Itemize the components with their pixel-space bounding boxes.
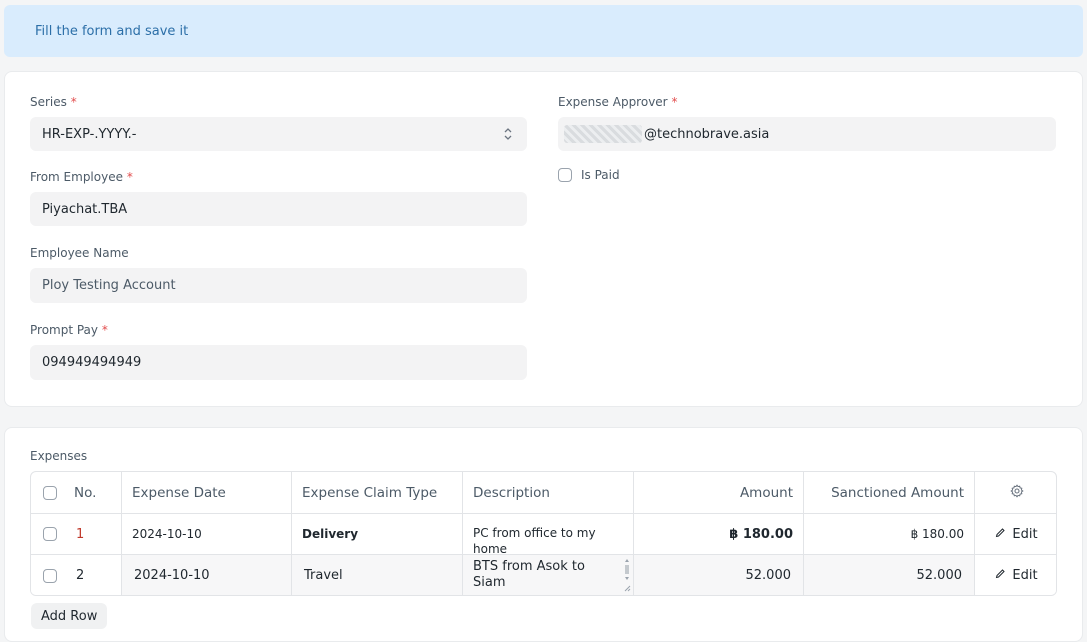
form-alert: Fill the form and save it	[4, 5, 1083, 57]
cell-amount[interactable]: 52.000	[634, 555, 804, 595]
select-all-checkbox[interactable]	[43, 485, 57, 500]
expense-form-card: Series * HR-EXP-.YYYY.- From Employee * …	[4, 71, 1083, 407]
cell-sanctioned-amount[interactable]: ฿ 180.00	[804, 514, 975, 554]
row-edit-button[interactable]: Edit	[975, 514, 1056, 554]
prompt-pay-label: Prompt Pay *	[30, 323, 108, 337]
column-header-expense-date: Expense Date	[122, 472, 292, 513]
gear-icon[interactable]	[1009, 483, 1024, 502]
pencil-icon	[995, 568, 1006, 583]
column-header-description: Description	[463, 472, 634, 513]
column-settings[interactable]	[975, 472, 1056, 513]
redacted-name	[564, 125, 642, 143]
cell-claim-type[interactable]: Travel	[292, 555, 463, 595]
pencil-icon	[995, 527, 1006, 542]
from-employee-label: From Employee *	[30, 170, 133, 184]
cell-expense-date[interactable]: 2024-10-10	[122, 555, 292, 595]
employee-name-label: Employee Name	[30, 246, 129, 260]
cell-claim-type[interactable]: Delivery	[292, 514, 463, 554]
is-paid-checkbox[interactable]	[558, 168, 572, 182]
cell-description[interactable]: PC from office to my home	[463, 514, 634, 554]
series-select[interactable]: HR-EXP-.YYYY.-	[30, 117, 527, 151]
series-label: Series *	[30, 95, 77, 109]
expenses-label: Expenses	[30, 449, 88, 463]
cell-sanctioned-amount[interactable]: 52.000	[804, 555, 975, 595]
alert-message: Fill the form and save it	[35, 23, 189, 39]
cell-expense-date[interactable]: 2024-10-10	[122, 514, 292, 554]
row-checkbox[interactable]	[43, 527, 57, 541]
expense-approver-label: Expense Approver *	[558, 95, 678, 109]
table-row[interactable]: 1 2024-10-10 Delivery PC from office to …	[31, 513, 1056, 554]
column-header-sanctioned-amount: Sanctioned Amount	[804, 472, 975, 513]
from-employee-field[interactable]: Piyachat.TBA	[30, 192, 527, 226]
row-edit-button[interactable]: Edit	[975, 555, 1056, 595]
expenses-table: No. Expense Date Expense Claim Type Desc…	[30, 471, 1057, 596]
prompt-pay-field[interactable]: 094949494949	[30, 345, 527, 380]
cell-amount[interactable]: ฿ 180.00	[634, 514, 804, 554]
expenses-card: Expenses No. Expense Date Expense Claim …	[4, 427, 1083, 642]
table-header: No. Expense Date Expense Claim Type Desc…	[31, 472, 1056, 513]
row-number: 2	[76, 568, 85, 583]
series-value: HR-EXP-.YYYY.-	[42, 126, 137, 142]
cell-description-textarea[interactable]: BTS from Asok to Siam	[463, 555, 634, 595]
employee-name-field: Ploy Testing Account	[30, 268, 527, 303]
chevron-up-down-icon	[503, 125, 513, 143]
table-row[interactable]: 2 2024-10-10 Travel BTS from Asok to Sia…	[31, 554, 1056, 595]
is-paid-label: Is Paid	[581, 168, 620, 182]
add-row-button[interactable]: Add Row	[31, 603, 108, 629]
row-checkbox[interactable]	[43, 568, 57, 583]
column-header-amount: Amount	[634, 472, 804, 513]
column-header-no: No.	[74, 484, 97, 501]
column-header-claim-type: Expense Claim Type	[292, 472, 463, 513]
is-paid-row: Is Paid	[558, 168, 620, 182]
scrollbar[interactable]	[623, 558, 631, 592]
row-number: 1	[76, 526, 85, 542]
expense-approver-field[interactable]: @technobrave.asia	[558, 117, 1056, 151]
